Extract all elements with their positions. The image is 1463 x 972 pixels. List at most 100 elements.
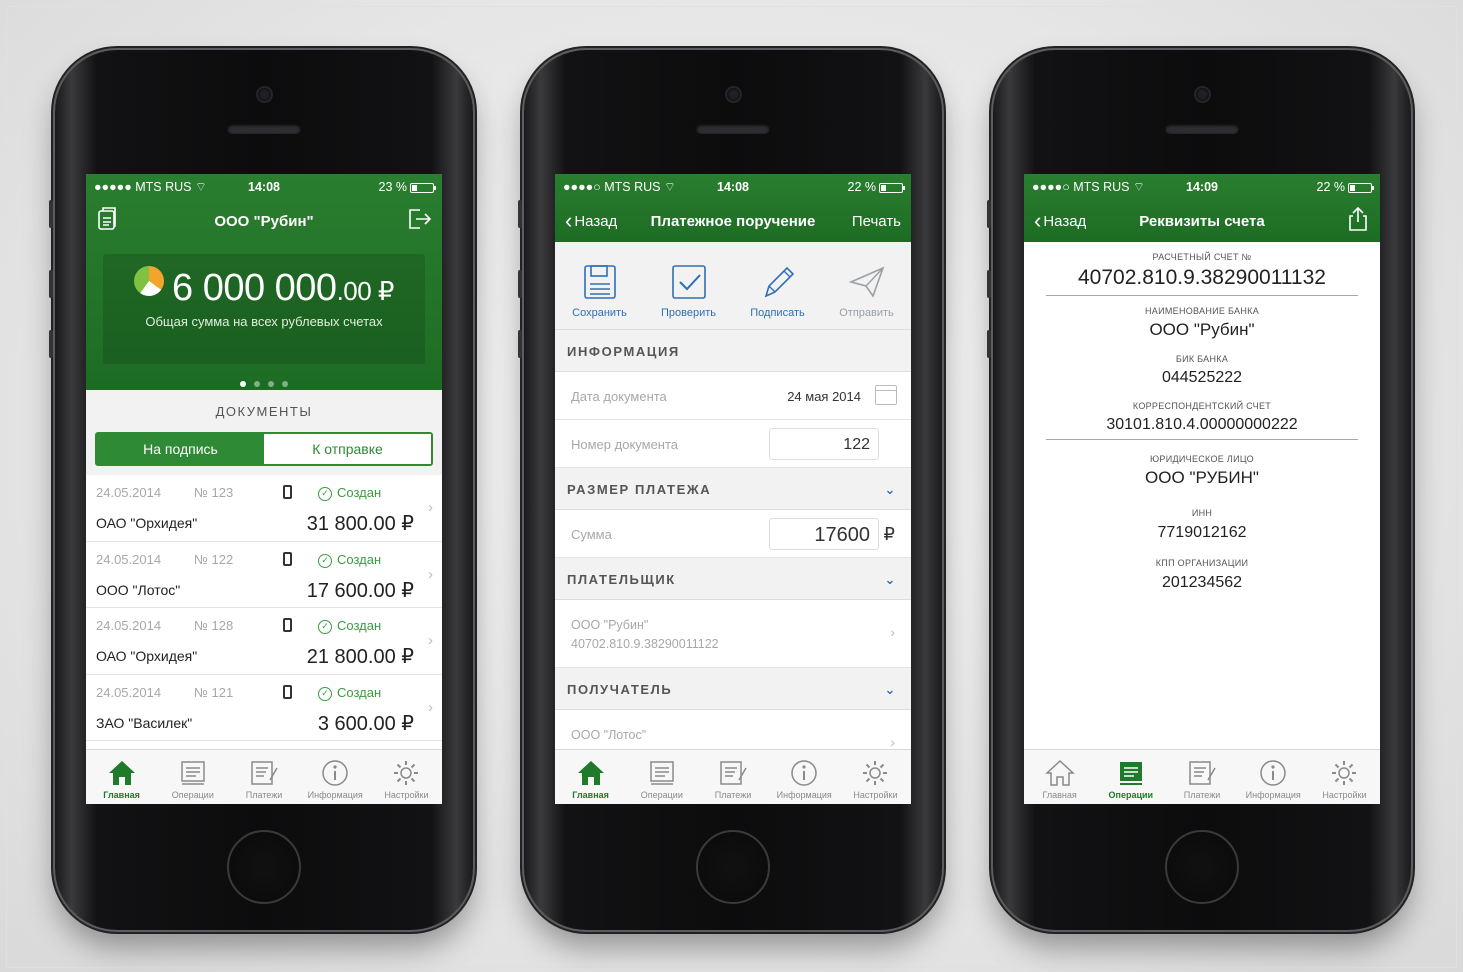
documents-icon[interactable] [96, 206, 120, 237]
document-status: Создан [318, 685, 381, 701]
balance-card[interactable]: 6 000 000.00 ₽ Общая сумма на всех рубле… [86, 242, 442, 390]
mobile-icon [283, 485, 292, 499]
tab-operations[interactable]: Операции [157, 750, 228, 804]
document-number: № 122 [194, 551, 234, 567]
chevron-left-icon: ‹ [1034, 208, 1042, 233]
status-time: 14:08 [717, 180, 749, 194]
tab-home[interactable]: Главная [555, 750, 626, 804]
tab-info[interactable]: Информация [1238, 750, 1309, 804]
tab-bar: Главная Операции Платежи Информация Наст… [1024, 749, 1380, 804]
document-amount: 3 600.00 ₽ [317, 712, 414, 735]
page-dots[interactable] [86, 374, 442, 392]
pen-icon [764, 266, 794, 298]
document-amount: 17 600.00 ₽ [306, 579, 414, 602]
tab-payments[interactable]: Платежи [697, 750, 768, 804]
gear-icon [394, 761, 419, 785]
segment-to-sign[interactable]: На подпись [97, 434, 264, 464]
status-time: 14:09 [1186, 180, 1218, 194]
chevron-right-icon: › [428, 499, 433, 516]
status-bar: ●●●●● MTS RUS ⌔ 14:08 23 % [86, 174, 442, 200]
segment-to-send[interactable]: К отправке [264, 434, 431, 464]
documents-segment: На подпись К отправке [95, 432, 433, 466]
document-date: 24.05.2014 [96, 551, 162, 567]
payment-screen: ●●●●○ MTS RUS ⌔ 14:08 22 % ‹ Назад Платеж… [555, 174, 911, 804]
share-icon[interactable] [1346, 206, 1370, 237]
home-button[interactable] [696, 830, 770, 904]
chevron-down-icon: ⌄ [884, 682, 897, 697]
payer-section-header[interactable]: ПЛАТЕЛЬЩИК ⌄ [555, 558, 911, 600]
receiver-section-header[interactable]: ПОЛУЧАТЕЛЬ ⌄ [555, 668, 911, 710]
phone-details: ●●●●○ MTS RUS ⌔ 14:09 22 % ‹ Назад Реквиз… [987, 50, 1411, 930]
corr-label: КОРРЕСПОНДЕНТСКИЙ СЧЕТ [1132, 401, 1272, 411]
earpiece-speaker [1165, 124, 1239, 134]
bik-value: 044525222 [1161, 369, 1243, 386]
tab-settings[interactable]: Настройки [840, 750, 911, 804]
document-number-input[interactable]: 122 [769, 428, 879, 460]
tab-settings[interactable]: Настройки [371, 750, 442, 804]
status-time: 14:08 [248, 180, 280, 194]
details-navbar: ‹ Назад Реквизиты счета [1024, 200, 1380, 242]
tab-settings[interactable]: Настройки [1309, 750, 1380, 804]
sum-input[interactable]: 17600 [769, 518, 879, 550]
document-number-label: Номер документа [571, 437, 679, 452]
house-icon [577, 761, 604, 785]
document-date-value: 24 мая 2014 [787, 389, 861, 404]
chevron-right-icon: › [428, 565, 433, 583]
document-row[interactable]: 24.05.2014 № 128 Создан ОАО "Орхидея" 21… [86, 608, 442, 675]
document-date: 24.05.2014 [96, 684, 162, 700]
details-screen: ●●●●○ MTS RUS ⌔ 14:09 22 % ‹ Назад Реквиз… [1024, 174, 1380, 804]
back-button[interactable]: ‹ Назад [565, 208, 617, 233]
home-header: ●●●●● MTS RUS ⌔ 14:08 23 % ООО "Рубин" 6… [86, 174, 442, 390]
document-row[interactable]: 24.05.2014 № 122 Создан ООО "Лотос" 17 6… [86, 542, 442, 608]
check-button[interactable]: Проверить [644, 242, 733, 329]
mobile-icon [283, 684, 292, 699]
document-number: № 121 [194, 684, 234, 700]
front-camera [1196, 88, 1209, 101]
tab-home[interactable]: Главная [86, 750, 157, 804]
document-row[interactable]: 24.05.2014 № 121 Создан ЗАО "Василек" 3 … [86, 675, 442, 741]
document-number: № 128 [194, 618, 234, 633]
account-label: РАСЧЕТНЫЙ СЧЕТ № [1152, 252, 1252, 262]
mobile-icon [283, 551, 292, 566]
tab-payments[interactable]: Платежи [1166, 750, 1237, 804]
chevron-right-icon: › [890, 734, 895, 750]
payment-size-header[interactable]: РАЗМЕР ПЛАТЕЖА ⌄ [555, 468, 911, 510]
document-org: ЗАО "Василек" [96, 714, 193, 731]
payer-row[interactable]: ООО "Рубин" 40702.810.9.38290011122 › [555, 600, 911, 668]
inn-block: ИНН 7719012162 [1024, 488, 1380, 542]
home-button[interactable] [1165, 830, 1239, 904]
gear-icon [863, 761, 888, 785]
calendar-icon[interactable] [875, 385, 897, 405]
home-button[interactable] [227, 830, 301, 904]
house-icon [1044, 759, 1075, 786]
document-date: 24.05.2014 [96, 618, 162, 633]
earpiece-speaker [696, 124, 770, 134]
wifi-icon: ⌔ [194, 180, 207, 194]
tab-home[interactable]: Главная [1024, 750, 1095, 804]
payer-account: 40702.810.9.38290011122 [571, 637, 719, 651]
tab-info[interactable]: Информация [300, 750, 371, 804]
send-button[interactable]: Отправить [822, 242, 911, 329]
legal-block: ЮРИДИЧЕСКОЕ ЛИЦО ООО "РУБИН" [1024, 440, 1380, 488]
back-button[interactable]: ‹ Назад [1034, 208, 1086, 233]
logout-icon[interactable] [406, 207, 432, 236]
print-button[interactable]: Печать [852, 213, 901, 230]
payment-navbar: ‹ Назад Платежное поручение Печать [555, 200, 911, 242]
receiver-name: ООО "Лотос" [571, 728, 647, 742]
tab-payments[interactable]: Платежи [228, 750, 299, 804]
tab-operations[interactable]: Операции [626, 750, 697, 804]
tab-info[interactable]: Информация [769, 750, 840, 804]
document-date-row[interactable]: Дата документа 24 мая 2014 [555, 372, 911, 420]
carrier-label: ●●●●○ MTS RUS ⌔ [563, 180, 676, 194]
save-button[interactable]: Сохранить [555, 242, 644, 329]
home-screen: ●●●●● MTS RUS ⌔ 14:08 23 % ООО "Рубин" 6… [86, 174, 442, 804]
sign-button[interactable]: Подписать [733, 242, 822, 329]
payer-name: ООО "Рубин" [571, 618, 649, 632]
tab-operations[interactable]: Операции [1095, 750, 1166, 804]
document-row[interactable]: 24.05.2014 № 123 Создан ОАО "Орхидея" 31… [86, 475, 442, 542]
chevron-left-icon: ‹ [565, 208, 573, 233]
page-title: Платежное поручение [650, 212, 816, 230]
carrier-label: ●●●●○ MTS RUS ⌔ [1032, 180, 1145, 194]
gear-icon [1332, 761, 1357, 785]
document-date-label: Дата документа [571, 389, 667, 404]
